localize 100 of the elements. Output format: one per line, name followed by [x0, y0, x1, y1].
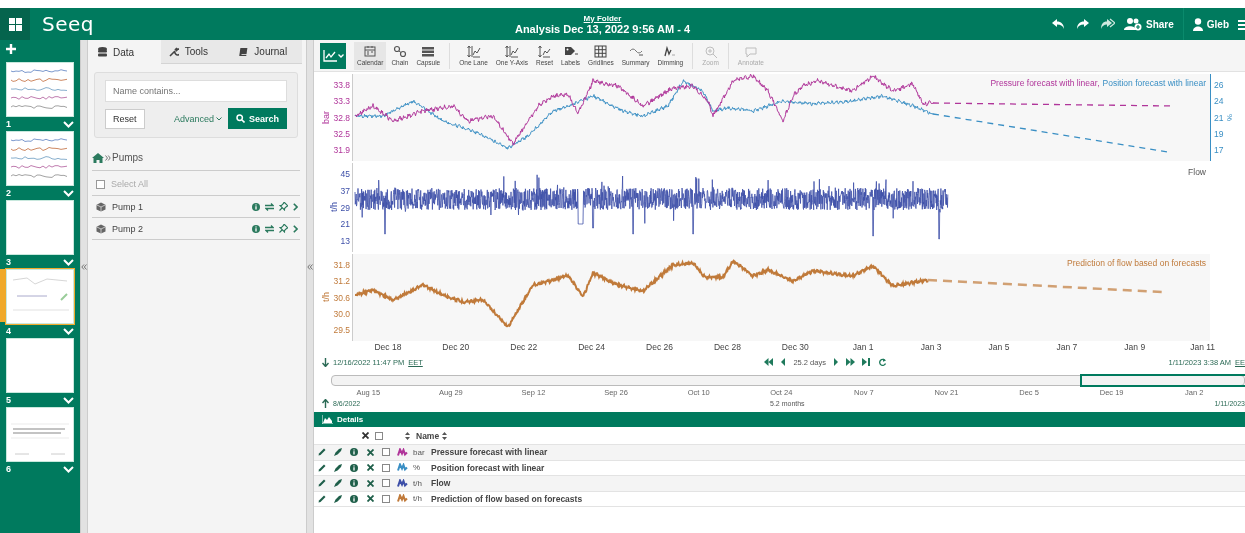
remove-icon[interactable] [366, 479, 374, 487]
axis-label: t/h [328, 202, 339, 213]
axis-icon [504, 45, 519, 58]
cube-icon [96, 201, 106, 212]
worksheet-thumbnail[interactable] [6, 62, 74, 117]
collapse-handle[interactable] [80, 40, 88, 533]
axis-icon [466, 45, 481, 58]
grid-icon [593, 45, 608, 58]
fast-forward-icon[interactable] [845, 358, 855, 366]
chevron-right-icon [105, 154, 111, 161]
folder-link[interactable]: My Folder [583, 13, 622, 23]
worksheet-number: 6 [6, 464, 11, 474]
asset-row[interactable]: Pump 2 [92, 218, 300, 240]
chevron-right-icon[interactable] [293, 224, 298, 233]
share-button[interactable]: Share [1123, 17, 1174, 31]
checkbox[interactable] [382, 463, 390, 472]
checkbox[interactable] [375, 431, 383, 440]
info-icon[interactable] [350, 494, 358, 503]
signal-name[interactable]: Position forecast with linear [431, 462, 545, 473]
sort-icon[interactable] [442, 431, 448, 440]
user-menu[interactable]: Gleb [1192, 17, 1229, 31]
checkbox[interactable] [382, 448, 390, 457]
range-selector[interactable] [1080, 374, 1245, 387]
remove-icon[interactable] [366, 495, 374, 503]
worksheet-number: 2 [6, 188, 11, 198]
axis-tick: 31.8 [333, 260, 350, 270]
pin-icon[interactable] [279, 224, 288, 233]
signal-name[interactable]: Prediction of flow based on forecasts [431, 493, 583, 504]
worksheet-thumbnail[interactable] [6, 269, 74, 324]
arrow-up-icon[interactable] [322, 398, 329, 408]
signal-name[interactable]: Flow [431, 478, 451, 489]
checkbox[interactable] [96, 179, 105, 189]
book-icon [239, 46, 249, 57]
rewind-icon[interactable] [764, 358, 774, 366]
worksheet-thumbnail[interactable] [6, 338, 74, 393]
checkbox[interactable] [382, 494, 390, 503]
arrow-down-icon[interactable] [322, 357, 329, 367]
info-icon[interactable] [252, 202, 260, 211]
info-icon[interactable] [350, 448, 358, 457]
collapse-icon [81, 263, 87, 270]
breadcrumb[interactable]: Pumps [112, 152, 144, 163]
panel-tab[interactable]: Journal [231, 40, 302, 64]
chevron-down-icon[interactable] [63, 189, 74, 197]
search-icon [235, 114, 245, 123]
axis-tick: 13 [340, 236, 350, 246]
search-field[interactable]: Name contains... [105, 80, 287, 102]
tag-icon [563, 45, 578, 58]
axis-tick: 32.5 [333, 128, 350, 139]
step-forward-icon[interactable] [832, 358, 839, 366]
legend-label: Position forecast with linear [1102, 78, 1206, 88]
reset-button[interactable]: Reset [105, 108, 145, 129]
checkbox[interactable] [382, 479, 390, 488]
menu-icon[interactable] [1238, 18, 1245, 30]
search-button[interactable]: Search [227, 108, 287, 129]
axis-tick: Dec 24 [578, 342, 606, 354]
undo-icon[interactable] [1050, 18, 1066, 30]
chevron-down-icon[interactable] [63, 258, 74, 266]
swap-icon[interactable] [265, 202, 274, 211]
axis-tick: Dec 20 [442, 342, 470, 354]
home-icon[interactable] [92, 152, 104, 163]
remove-icon[interactable] [366, 464, 374, 472]
chevron-down-icon[interactable] [63, 120, 74, 128]
chevron-down-icon[interactable] [63, 396, 74, 404]
collapse-handle[interactable] [306, 40, 314, 533]
forward-icon[interactable] [1098, 18, 1115, 30]
unit-label: bar [413, 447, 426, 457]
axis-tick: Jan 9 [1124, 342, 1146, 354]
step-back-icon[interactable] [780, 358, 787, 366]
swap-icon[interactable] [265, 224, 274, 233]
signal-name[interactable]: Pressure forecast with linear [431, 447, 548, 458]
chevron-down-icon[interactable] [63, 465, 74, 473]
wrench-icon [168, 46, 179, 57]
axis-tick: 19 [1214, 128, 1224, 139]
info-icon[interactable] [350, 463, 358, 472]
apps-grid-icon[interactable] [8, 17, 22, 31]
sort-icon[interactable] [405, 431, 410, 440]
pin-icon[interactable] [279, 202, 288, 211]
worksheet-thumbnail[interactable] [6, 131, 74, 186]
skip-to-end-icon[interactable] [861, 358, 871, 366]
view-dropdown[interactable] [320, 42, 346, 69]
column-header[interactable]: Name [416, 430, 440, 441]
refresh-icon[interactable] [877, 358, 887, 366]
asset-row[interactable]: Pump 1 [92, 196, 300, 218]
chevron-right-icon[interactable] [293, 202, 298, 211]
info-icon[interactable] [350, 479, 358, 488]
info-icon[interactable] [252, 224, 260, 233]
advanced-dropdown[interactable]: Advanced [173, 113, 222, 124]
legend-label: Prediction of flow based on forecasts [1067, 258, 1206, 268]
calendar-icon [363, 45, 378, 58]
caret-icon [337, 53, 344, 58]
worksheet-thumbnail[interactable] [6, 407, 74, 462]
overview-track[interactable] [331, 375, 1245, 386]
remove-all-icon[interactable] [362, 432, 369, 439]
remove-icon[interactable] [366, 448, 374, 456]
add-icon[interactable] [6, 44, 16, 54]
redo-icon[interactable] [1074, 18, 1090, 30]
legend-label: Flow [1188, 167, 1206, 177]
panel-tab[interactable]: Tools [160, 40, 232, 64]
chevron-down-icon[interactable] [63, 327, 74, 335]
worksheet-thumbnail[interactable] [6, 200, 74, 255]
